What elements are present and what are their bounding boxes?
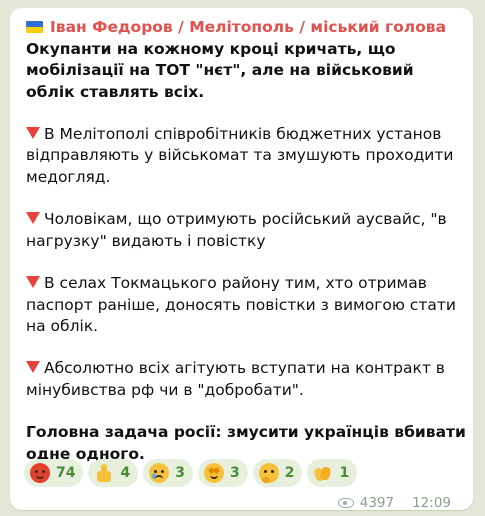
reaction-crying[interactable]: 3	[143, 459, 193, 487]
message-item-text: В Мелітополі співробітників бюджетних ус…	[26, 125, 454, 186]
views-eye-icon	[337, 498, 354, 508]
red-triangle-down-icon	[26, 127, 40, 140]
message-item-text: Чоловікам, що отримують російський аусва…	[26, 210, 447, 250]
message-item-text: В селах Токмацького району тим, хто отри…	[26, 274, 456, 335]
star-struck-face-icon	[203, 463, 224, 483]
ukraine-flag-icon	[26, 21, 43, 33]
crying-face-icon	[149, 463, 170, 483]
reaction-count: 1	[339, 465, 350, 481]
reaction-count: 2	[284, 465, 295, 481]
thinking-face-icon	[258, 463, 279, 483]
message-item: Абсолютно всіх агітують вступати на конт…	[26, 358, 466, 401]
message-item-text: Абсолютно всіх агітують вступати на конт…	[26, 359, 445, 399]
red-triangle-down-icon	[26, 276, 40, 289]
message-meta: 4397 12:09	[337, 495, 451, 511]
message-time: 12:09	[412, 495, 451, 511]
red-triangle-down-icon	[26, 361, 40, 374]
thumbs-up-icon	[94, 463, 114, 483]
message-item: В селах Токмацького району тим, хто отри…	[26, 273, 466, 337]
clapping-hands-icon	[313, 463, 333, 483]
reaction-count: 4	[120, 465, 131, 481]
reaction-count: 74	[56, 465, 76, 481]
message-bubble: Іван Федоров / Мелітополь / міський голо…	[10, 8, 473, 511]
channel-name: Іван Федоров / Мелітополь / міський голо…	[50, 18, 447, 36]
angry-face-icon	[30, 463, 50, 483]
message-text: Окупанти на кожному кроці кричать, що мо…	[26, 39, 466, 465]
views-count: 4397	[359, 495, 395, 511]
reaction-thumbs-up[interactable]: 4	[88, 459, 139, 487]
reactions-bar: 74 4 3 3 2 1	[24, 459, 358, 487]
channel-name-link[interactable]: Іван Федоров / Мелітополь / міський голо…	[26, 17, 466, 37]
reaction-count: 3	[175, 465, 185, 481]
red-triangle-down-icon	[26, 212, 40, 225]
reaction-angry[interactable]: 74	[24, 459, 84, 487]
message-item: В Мелітополі співробітників бюджетних ус…	[26, 124, 466, 188]
reaction-star-struck[interactable]: 3	[197, 459, 248, 487]
message-headline: Окупанти на кожному кроці кричать, що мо…	[26, 40, 414, 101]
reaction-thinking[interactable]: 2	[252, 459, 303, 487]
reaction-clapping[interactable]: 1	[307, 459, 358, 487]
message-item: Чоловікам, що отримують російський аусва…	[26, 209, 466, 252]
reaction-count: 3	[229, 465, 240, 481]
